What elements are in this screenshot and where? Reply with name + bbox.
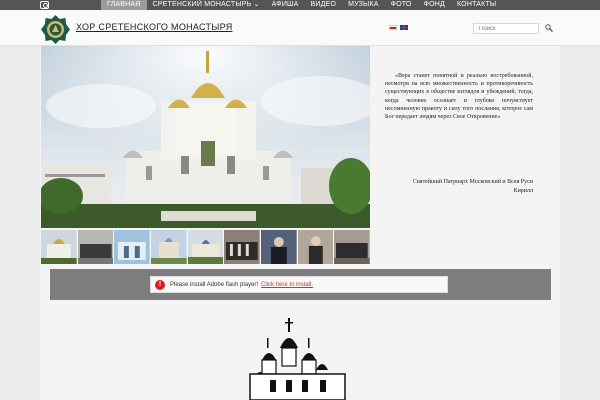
english-flag-icon[interactable]: [400, 25, 408, 30]
flash-message-text: Please install Adobe flash player!: [170, 281, 259, 288]
russian-flag-icon[interactable]: [389, 25, 397, 30]
thumbnail-cathedral[interactable]: [41, 230, 77, 264]
main-nav: ГЛАВНАЯ СРЕТЕНСКИЙ МОНАСТЫРЬ ⌄ АФИША ВИД…: [101, 0, 502, 10]
nav-item-poster[interactable]: АФИША: [266, 0, 305, 10]
choir-logo[interactable]: [40, 14, 71, 45]
nav-item-music[interactable]: МУЗЫКА: [342, 0, 385, 10]
nav-item-video[interactable]: ВИДЕО: [305, 0, 343, 10]
search-icon[interactable]: [545, 24, 553, 32]
nav-item-fund[interactable]: ФОНД: [418, 0, 451, 10]
nav-item-home[interactable]: ГЛАВНАЯ: [101, 0, 147, 10]
thumbnail-singers[interactable]: [297, 230, 334, 264]
thumbnail-choir-stage[interactable]: [77, 230, 114, 264]
top-bar: ГЛАВНАЯ СРЕТЕНСКИЙ МОНАСТЫРЬ ⌄ АФИША ВИД…: [0, 0, 600, 10]
site-title[interactable]: ХОР СРЕТЕНСКОГО МОНАСТЫРЯ: [76, 22, 233, 32]
instagram-icon[interactable]: [40, 1, 49, 9]
nav-item-contacts[interactable]: КОНТАКТЫ: [451, 0, 502, 10]
quote-author: Святейший Патриарх Московский и Всея Рус…: [413, 179, 533, 194]
thumbnail-choir-performance[interactable]: [224, 230, 261, 264]
thumbnail-conductor[interactable]: [261, 230, 297, 264]
flash-install-message: ! Please install Adobe flash player! Cli…: [150, 276, 448, 293]
thumbnail-choir-group[interactable]: [334, 230, 371, 264]
thumbnail-church-day[interactable]: [151, 230, 187, 264]
warning-icon: !: [155, 279, 165, 290]
nav-item-monastery[interactable]: СРЕТЕНСКИЙ МОНАСТЫРЬ ⌄: [147, 0, 266, 10]
photo-thumbnails: [41, 230, 371, 264]
patriarch-quote: «Вера станет понятной и реально востребо…: [385, 73, 533, 121]
hero-cathedral-image: [41, 46, 370, 228]
thumbnail-monastery[interactable]: [187, 230, 224, 264]
nav-item-photo[interactable]: ФОТО: [385, 0, 418, 10]
thumbnail-blue-hall[interactable]: [114, 230, 151, 264]
search-input[interactable]: [473, 23, 539, 34]
flash-install-link[interactable]: Click here to install.: [261, 282, 313, 288]
church-drawing-image: [249, 318, 346, 400]
